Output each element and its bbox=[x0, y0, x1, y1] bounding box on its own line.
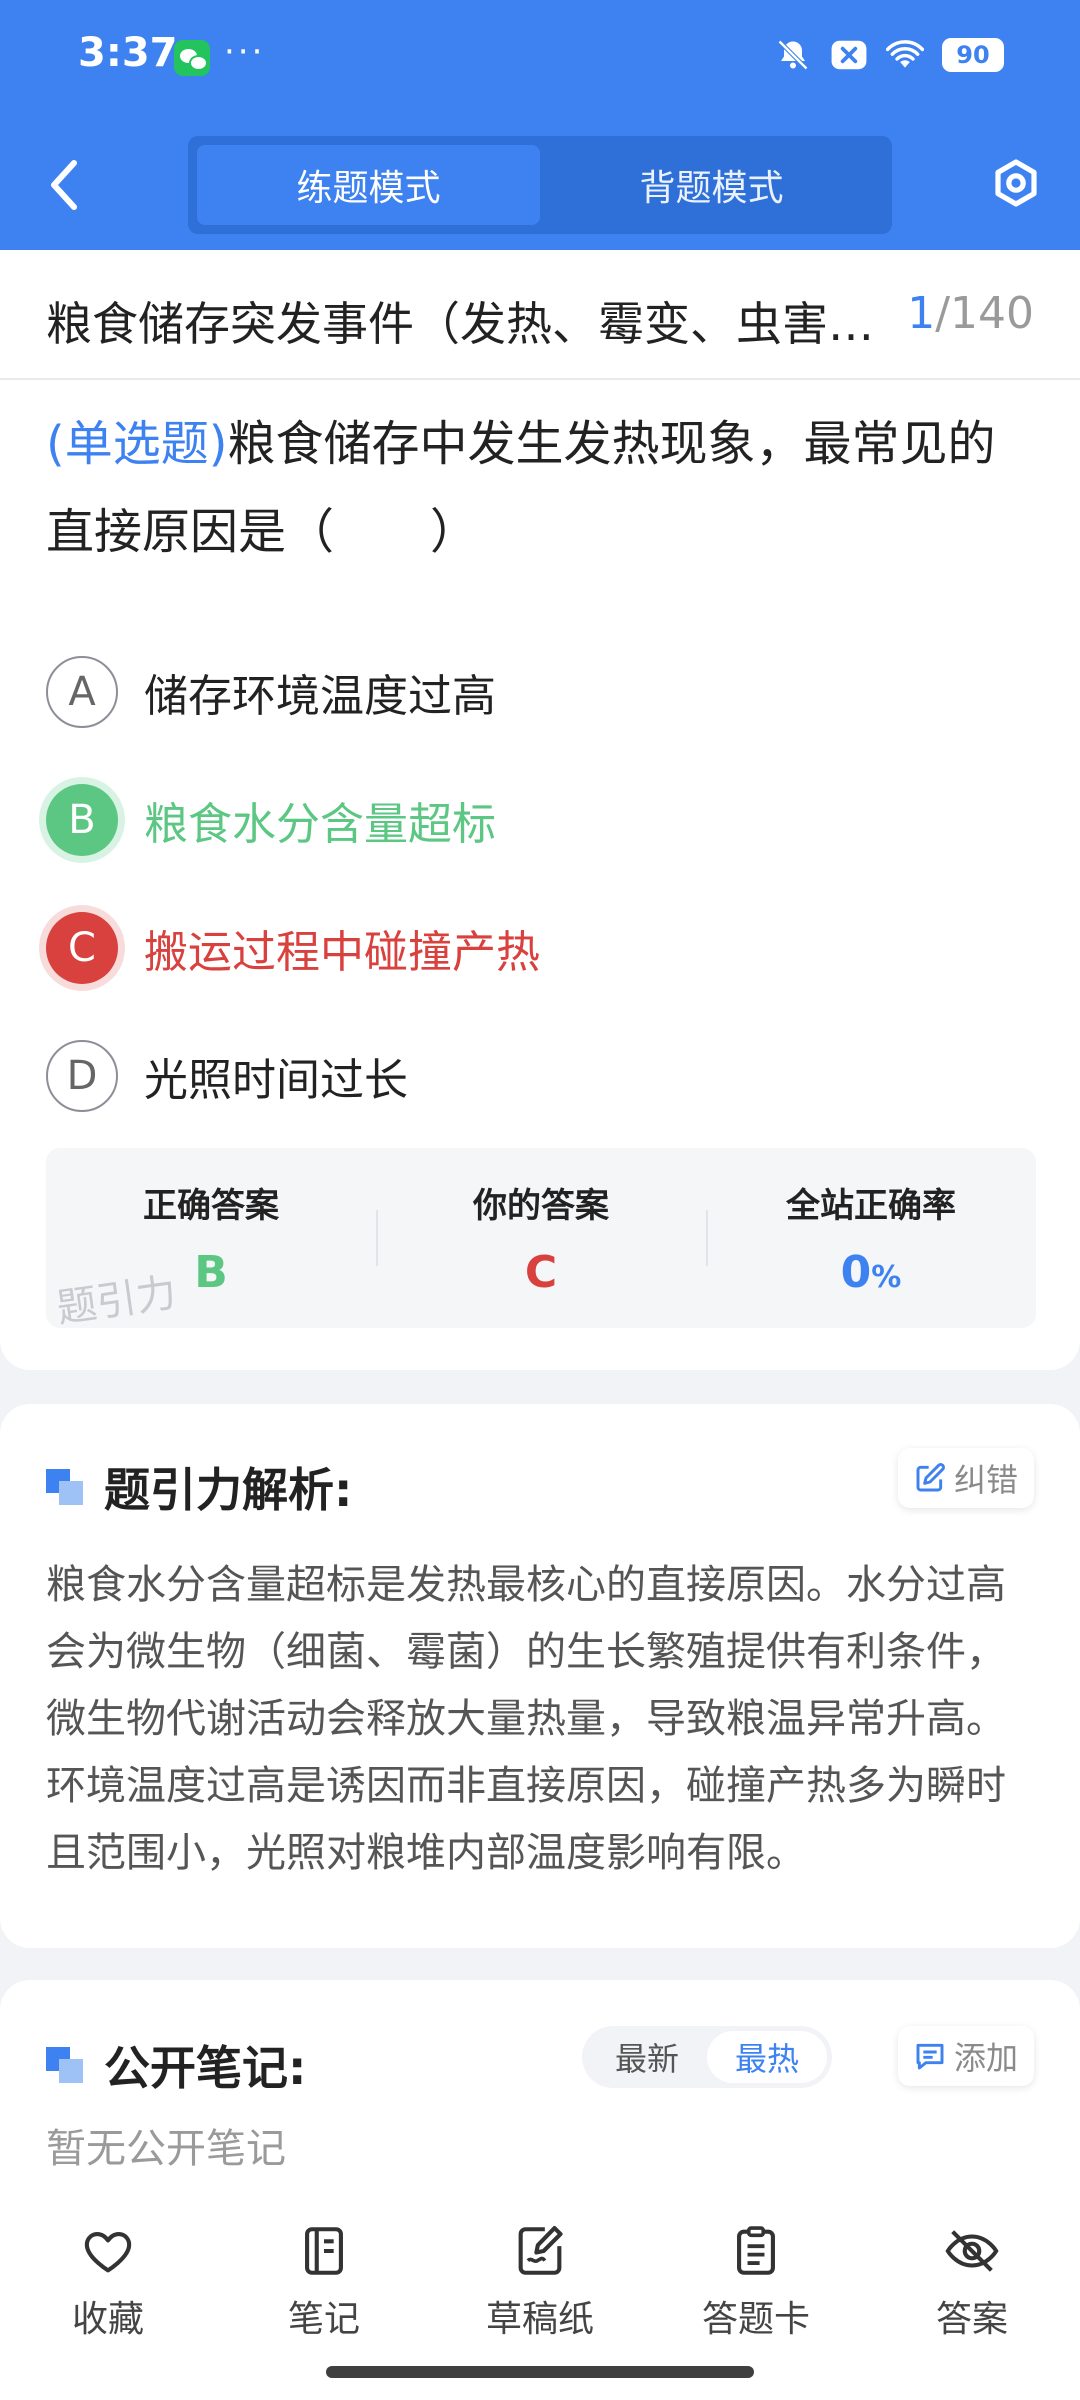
home-indicator[interactable] bbox=[326, 2366, 754, 2378]
answer-card-icon bbox=[737, 2226, 775, 2275]
sort-latest[interactable]: 最新 bbox=[587, 2031, 707, 2083]
eye-off-icon bbox=[945, 2230, 999, 2272]
option-b[interactable]: B 粮食水分含量超标 bbox=[46, 784, 1026, 856]
option-letter: B bbox=[46, 784, 118, 856]
settings-hexagon-icon bbox=[995, 159, 1037, 207]
question-title-bar: 粮食储存突发事件（发热、霉变、虫害）处理 1/140 bbox=[0, 250, 1080, 380]
edit-icon bbox=[916, 1463, 945, 1492]
answer-stats: 正确答案 B 你的答案 C 全站正确率 0% bbox=[46, 1148, 1036, 1328]
more-notifications-icon: ··· bbox=[224, 32, 266, 72]
option-text: 光照时间过长 bbox=[144, 1055, 408, 1106]
app-header: 3:37 ··· 90 练题模式 背题模式 bbox=[0, 0, 1080, 250]
option-d[interactable]: D 光照时间过长 bbox=[46, 1040, 1026, 1112]
notes-sort-toggle: 最新 最热 bbox=[582, 2026, 832, 2088]
question-card: 粮食储存突发事件（发热、霉变、虫害）处理 1/140 (单选题)粮食储存中发生发… bbox=[0, 250, 1080, 1370]
no-sim-icon bbox=[830, 36, 868, 74]
draft-paper-button[interactable]: 草稿纸 bbox=[460, 2222, 620, 2342]
analysis-title: 题引力解析: bbox=[104, 1463, 353, 1517]
mode-switch: 练题模式 背题模式 bbox=[188, 136, 892, 234]
analysis-header: 题引力解析: bbox=[46, 1454, 352, 1520]
add-note-button[interactable]: 添加 bbox=[897, 2026, 1034, 2086]
option-letter: C bbox=[46, 912, 118, 984]
bell-off-icon bbox=[774, 36, 812, 74]
sort-hot[interactable]: 最热 bbox=[707, 2031, 827, 2083]
option-text: 粮食水分含量超标 bbox=[144, 799, 496, 850]
report-error-label: 纠错 bbox=[953, 1461, 1018, 1499]
stat-label: 正确答案 bbox=[143, 1186, 279, 1226]
heart-icon bbox=[84, 2232, 132, 2273]
back-button[interactable] bbox=[44, 155, 84, 215]
total-question-count: /140 bbox=[935, 288, 1034, 339]
analysis-text: 粮食水分含量超标是发热最核心的直接原因。水分过高会为微生物（细菌、霉菌）的生长繁… bbox=[46, 1562, 1006, 1876]
current-question-number: 1 bbox=[907, 288, 936, 339]
tab-label: 答题卡 bbox=[701, 2299, 810, 2340]
accuracy-number: 0 bbox=[840, 1247, 872, 1298]
show-answer-button[interactable]: 答案 bbox=[892, 2222, 1052, 2342]
notes-button[interactable]: 笔记 bbox=[244, 2222, 404, 2342]
question-counter[interactable]: 1/140 bbox=[907, 288, 1034, 339]
notes-title: 公开笔记: bbox=[104, 2041, 307, 2095]
tab-recite-mode[interactable]: 背题模式 bbox=[540, 145, 883, 225]
tab-label: 草稿纸 bbox=[485, 2299, 594, 2340]
option-a[interactable]: A 储存环境温度过高 bbox=[46, 656, 1026, 728]
option-text: 搬运过程中碰撞产热 bbox=[144, 927, 540, 978]
notebook-icon bbox=[305, 2227, 343, 2275]
my-answer-value: C bbox=[524, 1247, 558, 1298]
battery-indicator: 90 bbox=[942, 38, 1004, 72]
notes-header: 公开笔记: bbox=[46, 2032, 306, 2098]
status-icons: 90 bbox=[774, 36, 1004, 74]
stat-label: 你的答案 bbox=[473, 1186, 609, 1226]
wifi-icon bbox=[886, 36, 924, 74]
tab-label: 答案 bbox=[935, 2299, 1008, 2340]
favorite-button[interactable]: 收藏 bbox=[28, 2222, 188, 2342]
stat-label: 全站正确率 bbox=[786, 1186, 956, 1226]
chapter-title: 粮食储存突发事件（发热、霉变、虫害）处理 bbox=[46, 297, 886, 351]
option-c[interactable]: C 搬运过程中碰撞产热 bbox=[46, 912, 1026, 984]
site-accuracy-value: 0% bbox=[706, 1247, 1036, 1298]
tab-practice-mode[interactable]: 练题模式 bbox=[197, 145, 540, 225]
question-type-tag: (单选题) bbox=[46, 416, 228, 472]
question-text: (单选题)粮食储存中发生发热现象，最常见的直接原因是（ ） bbox=[46, 400, 1036, 576]
tab-label: 收藏 bbox=[71, 2299, 144, 2340]
section-squares-icon bbox=[46, 2047, 86, 2083]
analysis-card: 题引力解析: 纠错 粮食水分含量超标是发热最核心的直接原因。水分过高会为微生物（… bbox=[0, 1404, 1080, 1948]
settings-button[interactable] bbox=[990, 157, 1042, 209]
chevron-left-icon bbox=[51, 160, 77, 210]
my-answer-stat: 你的答案 C bbox=[376, 1148, 706, 1328]
empty-notes-text: 暂无公开笔记 bbox=[46, 2126, 286, 2172]
add-note-label: 添加 bbox=[953, 2039, 1018, 2077]
section-squares-icon bbox=[46, 1469, 86, 1505]
report-error-button[interactable]: 纠错 bbox=[897, 1448, 1034, 1508]
option-letter: D bbox=[46, 1040, 118, 1112]
status-bar: 3:37 ··· 90 bbox=[0, 0, 1080, 120]
site-accuracy-stat: 全站正确率 0% bbox=[706, 1148, 1036, 1328]
status-time: 3:37 bbox=[78, 30, 178, 76]
message-icon bbox=[916, 2043, 944, 2070]
answer-card-button[interactable]: 答题卡 bbox=[676, 2222, 836, 2342]
option-letter: A bbox=[46, 656, 118, 728]
option-text: 储存环境温度过高 bbox=[144, 671, 496, 722]
wechat-icon bbox=[174, 40, 210, 76]
draft-paper-icon bbox=[518, 2225, 563, 2275]
accuracy-unit: % bbox=[871, 1260, 902, 1295]
tab-label: 笔记 bbox=[287, 2299, 360, 2340]
